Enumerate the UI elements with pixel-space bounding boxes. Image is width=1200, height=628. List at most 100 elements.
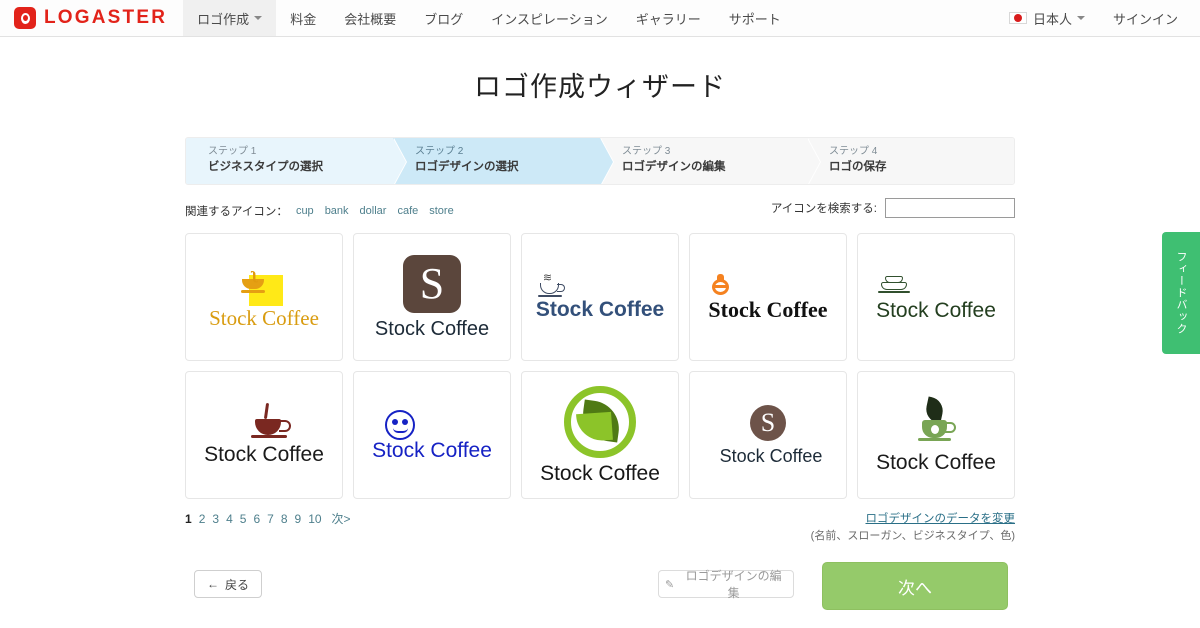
page-10[interactable]: 10 [308, 512, 321, 526]
language-selector[interactable]: 日本人 [995, 0, 1099, 36]
page-title: ロゴ作成ウィザード [474, 72, 726, 102]
logo-text: Stock Coffee [204, 443, 324, 466]
step-number: ステップ 1 [208, 146, 257, 157]
nav-label: インスピレーション [491, 11, 608, 27]
logo-results-grid: ʅ Stock Coffee S Stock Coffee ≋ Stock Co… [185, 233, 1015, 499]
logo-preview-6: Stock Coffee [204, 402, 324, 466]
logo-card[interactable]: S Stock Coffee [353, 233, 511, 361]
nav-right-group: 日本人 サインイン [995, 0, 1200, 36]
sign-in-label: サインイン [1112, 11, 1178, 27]
back-arrow-icon: ← [206, 577, 219, 591]
edit-logo-data-link[interactable]: ロゴデザインのデータを変更 [811, 510, 1016, 526]
feedback-tab[interactable]: フィードバック [1162, 232, 1200, 354]
logo-card[interactable]: ʅ Stock Coffee [185, 233, 343, 361]
page-8[interactable]: 8 [281, 512, 288, 526]
logo-card[interactable]: Stock Coffee [353, 371, 511, 499]
icon-search-label: アイコンを検索する: [770, 203, 877, 215]
edit-button-label: ロゴデザインの編集 [685, 569, 782, 600]
letter-s-circle-icon: S [749, 405, 786, 441]
sign-in-link[interactable]: サインイン [1099, 0, 1200, 36]
step-label: ロゴデザインの選択 [415, 161, 519, 173]
wizard-step-3[interactable]: ステップ 3 ロゴデザインの編集 [600, 138, 821, 184]
wizard-actions: ← 戻る ✎ ロゴデザインの編集 次へ [185, 562, 1015, 614]
logo-text: Stock Coffee [374, 318, 490, 340]
related-tag-store[interactable]: store [429, 205, 453, 217]
page-6[interactable]: 6 [253, 512, 260, 526]
related-tag-dollar[interactable]: dollar [360, 205, 387, 217]
step-label: ロゴの保存 [829, 161, 887, 173]
logo-text: Stock Coffee [209, 305, 319, 330]
wizard-container: ステップ 1 ビジネスタイプの選択 ステップ 2 ロゴデザインの選択 ステップ … [185, 137, 1015, 614]
logaster-logo[interactable]: LOGASTER [0, 0, 183, 36]
main-nav: ロゴ作成 料金 会社概要 ブログ インスピレーション ギャラリー サポート [183, 0, 795, 36]
icon-search-input[interactable] [885, 198, 1015, 218]
back-button[interactable]: ← 戻る [194, 570, 262, 598]
nav-item-pricing[interactable]: 料金 [276, 0, 330, 36]
nav-item-gallery[interactable]: ギャラリー [622, 0, 715, 36]
pagination: 1 2 3 4 5 6 7 8 9 10 次> [185, 510, 351, 527]
layered-cake-icon [877, 274, 911, 300]
chevron-down-icon [254, 16, 263, 20]
nav-label: 会社概要 [344, 11, 397, 27]
page-9[interactable]: 9 [295, 512, 302, 526]
logaster-mark-icon [14, 7, 36, 29]
steaming-cup-icon [249, 402, 297, 443]
edit-logo-design-button[interactable]: ✎ ロゴデザインの編集 [658, 569, 794, 600]
letter-s-rounded-square-icon: S [402, 255, 461, 313]
logo-preview-7: Stock Coffee [372, 409, 492, 461]
page-1[interactable]: 1 [185, 512, 192, 526]
related-tag-bank[interactable]: bank [325, 205, 349, 217]
top-navigation-bar: LOGASTER ロゴ作成 料金 会社概要 ブログ インスピレーション ギャラリ… [0, 0, 1200, 37]
logo-card[interactable]: Stock Coffee [857, 233, 1015, 361]
language-label: 日本人 [1032, 11, 1072, 27]
logo-preview-4: Stock Coffee [708, 273, 828, 321]
logo-preview-10: Stock Coffee [876, 395, 996, 474]
logo-card[interactable]: Stock Coffee [857, 371, 1015, 499]
step-number: ステップ 4 [829, 146, 878, 157]
wizard-step-bar: ステップ 1 ビジネスタイプの選択 ステップ 2 ロゴデザインの選択 ステップ … [185, 137, 1015, 185]
next-button-label: 次へ [898, 578, 932, 598]
wizard-step-1[interactable]: ステップ 1 ビジネスタイプの選択 [186, 138, 407, 184]
logo-text: Stock Coffee [535, 297, 665, 321]
logo-text: Stock Coffee [876, 450, 996, 474]
nav-item-inspiration[interactable]: インスピレーション [477, 0, 621, 36]
logo-card[interactable]: Stock Coffee [185, 371, 343, 499]
coffee-cup-yellow-square-icon: ʅ [241, 265, 287, 306]
next-button[interactable]: 次へ [822, 562, 1008, 610]
edit-logo-data-group: ロゴデザインのデータを変更 (名前、スローガン、ビジネスタイプ、色) [811, 510, 1015, 544]
logo-preview-1: ʅ Stock Coffee [209, 265, 319, 330]
logo-card[interactable]: S Stock Coffee [689, 371, 847, 499]
brand-name: LOGASTER [44, 7, 168, 28]
page-5[interactable]: 5 [240, 512, 247, 526]
nav-item-support[interactable]: サポート [715, 0, 795, 36]
page-7[interactable]: 7 [267, 512, 274, 526]
logo-preview-2: S Stock Coffee [375, 255, 489, 339]
page-2[interactable]: 2 [199, 512, 206, 526]
wizard-step-4[interactable]: ステップ 4 ロゴの保存 [807, 138, 1014, 184]
related-tag-cup[interactable]: cup [296, 205, 314, 217]
coffee-cup-outline-icon: ≋ [537, 272, 566, 299]
step-number: ステップ 3 [622, 146, 671, 157]
orange-pot-icon [710, 273, 734, 298]
chevron-down-icon [1076, 16, 1085, 20]
back-button-label: 戻る [224, 577, 249, 592]
wizard-step-2[interactable]: ステップ 2 ロゴデザインの選択 [393, 138, 614, 184]
page-next[interactable]: 次> [332, 510, 351, 527]
logo-text: Stock Coffee [876, 298, 996, 322]
nav-label: 料金 [290, 11, 317, 27]
leaf-in-circle-icon [563, 386, 636, 458]
page-4[interactable]: 4 [226, 512, 233, 526]
logo-card[interactable]: Stock Coffee [521, 371, 679, 499]
related-icon-tags: cup bank dollar cafe store [296, 205, 454, 217]
nav-item-create-logo[interactable]: ロゴ作成 [183, 0, 277, 36]
related-icons-label: 関連するアイコン： [185, 206, 288, 218]
nav-label: ブログ [424, 11, 464, 27]
step-number: ステップ 2 [415, 146, 464, 157]
pencil-icon: ✎ [665, 578, 675, 591]
nav-item-blog[interactable]: ブログ [410, 0, 477, 36]
nav-item-about[interactable]: 会社概要 [330, 0, 410, 36]
logo-card[interactable]: Stock Coffee [689, 233, 847, 361]
related-tag-cafe[interactable]: cafe [397, 205, 418, 217]
logo-card[interactable]: ≋ Stock Coffee [521, 233, 679, 361]
page-3[interactable]: 3 [212, 512, 219, 526]
